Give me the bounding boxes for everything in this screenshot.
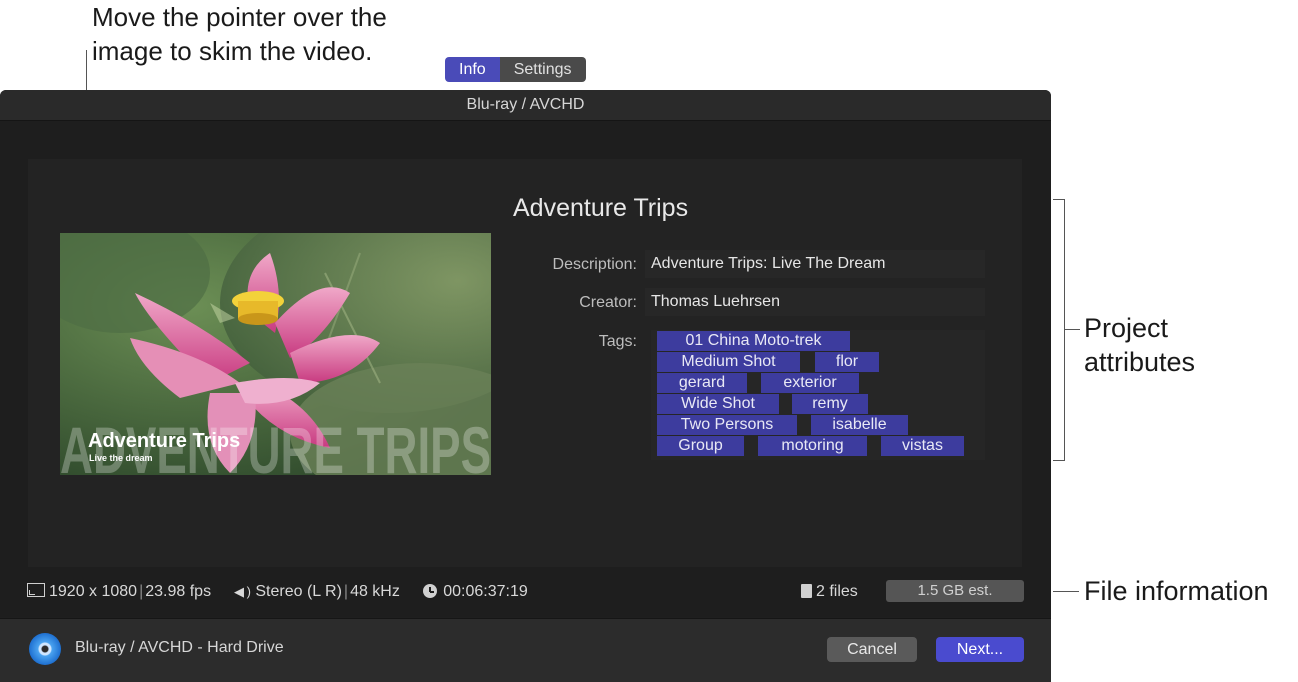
resolution-text: 1920 x 1080 — [49, 583, 138, 600]
tab-info[interactable]: Info — [445, 57, 500, 82]
video-preview[interactable]: ADVENTURE TRIPS Adventure Trips Live the… — [60, 233, 491, 475]
duration-text: 00:06:37:19 — [443, 583, 528, 600]
size-estimate: 1.5 GB est. — [886, 580, 1024, 602]
preview-overlay-subtitle: Live the dream — [89, 453, 153, 463]
description-field[interactable]: Adventure Trips: Live The Dream — [645, 250, 985, 278]
next-button[interactable]: Next... — [936, 637, 1024, 662]
tag-token[interactable]: vistas — [881, 436, 964, 456]
audio-text: Stereo (L R) — [255, 583, 342, 600]
project-bracket-leader — [1065, 329, 1080, 330]
tag-token[interactable]: exterior — [761, 373, 859, 393]
project-bracket — [1064, 199, 1065, 461]
project-attributes-callout: Project attributes — [1084, 311, 1195, 379]
project-title: Adventure Trips — [513, 194, 689, 222]
document-icon — [801, 584, 812, 598]
skim-callout-line2: image to skim the video. — [92, 36, 373, 66]
file-info-callout: File information — [1084, 576, 1269, 606]
skim-callout: Move the pointer over the image to skim … — [92, 0, 387, 68]
frame-size-icon — [27, 583, 45, 597]
disc-icon — [29, 633, 61, 665]
creator-label: Creator: — [579, 294, 637, 311]
preview-overlay-title: Adventure Trips — [88, 430, 240, 452]
tag-token[interactable]: gerard — [657, 373, 747, 393]
tag-token[interactable]: isabelle — [811, 415, 908, 435]
tags-label: Tags: — [598, 333, 637, 350]
skim-callout-line1: Move the pointer over the — [92, 2, 387, 32]
tag-token[interactable]: Group — [657, 436, 744, 456]
description-label: Description: — [552, 256, 637, 273]
window-title: Blu-ray / AVCHD — [0, 90, 1051, 121]
fps-text: 23.98 fps — [145, 583, 212, 600]
lotus-image: ADVENTURE TRIPS Adventure Trips Live the… — [60, 233, 491, 475]
file-info-leader — [1053, 591, 1079, 592]
tag-token[interactable]: Two Persons — [657, 415, 797, 435]
tag-token[interactable]: motoring — [758, 436, 867, 456]
tag-token[interactable]: 01 China Moto-trek — [657, 331, 850, 351]
project-callout-line2: attributes — [1084, 347, 1196, 377]
project-callout-line1: Project — [1084, 313, 1169, 343]
creator-field[interactable]: Thomas Luehrsen — [645, 288, 985, 316]
files-text: 2 files — [816, 583, 858, 600]
sample-rate-text: 48 kHz — [350, 583, 400, 600]
file-stats-left: 1920 x 1080 | 23.98 fps ◀ ) Stereo (L R) | 4… — [27, 583, 528, 601]
tab-settings[interactable]: Settings — [499, 57, 586, 82]
tag-token[interactable]: Medium Shot — [657, 352, 800, 372]
clock-icon — [422, 584, 437, 598]
speaker-icon: ◀ ) — [233, 584, 251, 599]
cancel-button[interactable]: Cancel — [827, 637, 917, 662]
project-bracket-top — [1053, 199, 1064, 200]
tag-token[interactable]: flor — [815, 352, 879, 372]
tab-bar: Info Settings — [445, 57, 586, 82]
tag-token[interactable]: Wide Shot — [657, 394, 779, 414]
project-bracket-bottom — [1053, 460, 1064, 461]
destination-label: Blu-ray / AVCHD - Hard Drive — [75, 639, 284, 656]
tag-token[interactable]: remy — [792, 394, 868, 414]
file-count: 2 files — [801, 583, 858, 601]
